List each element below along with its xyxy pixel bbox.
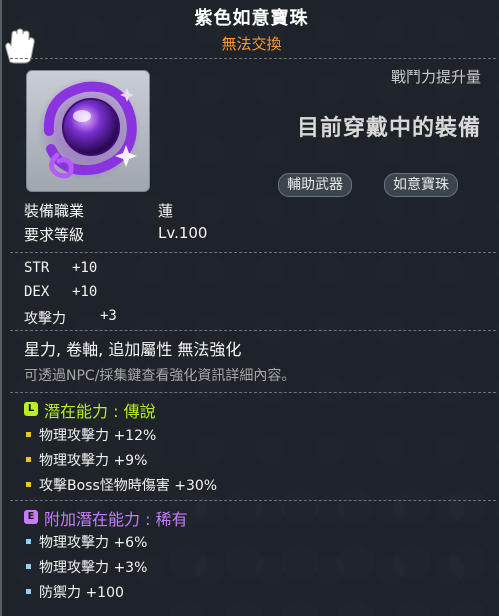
job-value: 蓮 <box>158 202 174 220</box>
divider <box>10 252 496 253</box>
legendary-grade-icon: L <box>24 402 38 416</box>
item-tooltip: 紫色如意寶珠 無法交換 戰鬥力提升量 目前穿戴中的裝備 輔助武器 如意寶珠 裝備… <box>0 0 499 616</box>
stat-value: +10 <box>72 284 98 300</box>
bullet-icon <box>26 539 31 544</box>
divider <box>10 58 496 59</box>
stat-value: +3 <box>100 308 117 324</box>
level-value: Lv.100 <box>158 224 208 242</box>
bonus-potential-line: 防禦力 +100 <box>24 582 124 602</box>
tag-secondary-weapon: 輔助武器 <box>278 173 352 197</box>
stat-name: DEX <box>24 284 50 300</box>
potential-header: 潛在能力 : 傳說 <box>44 402 156 421</box>
npc-info-note: 可透過NPC/採集鍵查看強化資訊詳細內容。 <box>24 368 296 384</box>
purple-orb-icon <box>37 77 141 181</box>
job-label: 裝備職業 <box>24 202 85 220</box>
potential-line: 物理攻擊力 +9% <box>24 450 147 470</box>
bullet-icon <box>26 432 31 437</box>
item-name: 紫色如意寶珠 <box>194 8 309 29</box>
stat-value: +10 <box>72 260 98 276</box>
bonus-potential-header: 附加潛在能力 : 稀有 <box>44 510 188 529</box>
divider <box>10 330 496 331</box>
bullet-icon <box>26 589 31 594</box>
stat-name: 攻擊力 <box>24 311 66 327</box>
potential-line: 攻擊Boss怪物時傷害 +30% <box>24 475 217 495</box>
tag-orb-type: 如意寶珠 <box>384 173 458 197</box>
rare-grade-icon: E <box>24 510 38 524</box>
bonus-potential-line: 物理攻擊力 +3% <box>24 557 147 577</box>
level-label: 要求等級 <box>24 226 85 244</box>
stat-name: STR <box>24 260 50 276</box>
divider <box>10 392 496 393</box>
enhance-restriction-note: 星力, 卷軸, 追加屬性 無法強化 <box>24 340 242 359</box>
stat-row: 攻擊力 +3 <box>24 308 117 328</box>
bullet-icon <box>26 564 31 569</box>
item-icon-frame <box>26 70 150 192</box>
divider <box>10 500 496 501</box>
stat-row: DEX +10 <box>24 284 97 300</box>
trade-restriction: 無法交換 <box>221 35 282 53</box>
combat-power-label: 戰鬥力提升量 <box>390 68 481 86</box>
bonus-potential-line: 物理攻擊力 +6% <box>24 532 147 552</box>
currently-equipped-label: 目前穿戴中的裝備 <box>296 116 481 141</box>
stat-row: STR +10 <box>24 260 97 276</box>
bullet-icon <box>26 457 31 462</box>
potential-line: 物理攻擊力 +12% <box>24 425 156 445</box>
bullet-icon <box>26 482 31 487</box>
